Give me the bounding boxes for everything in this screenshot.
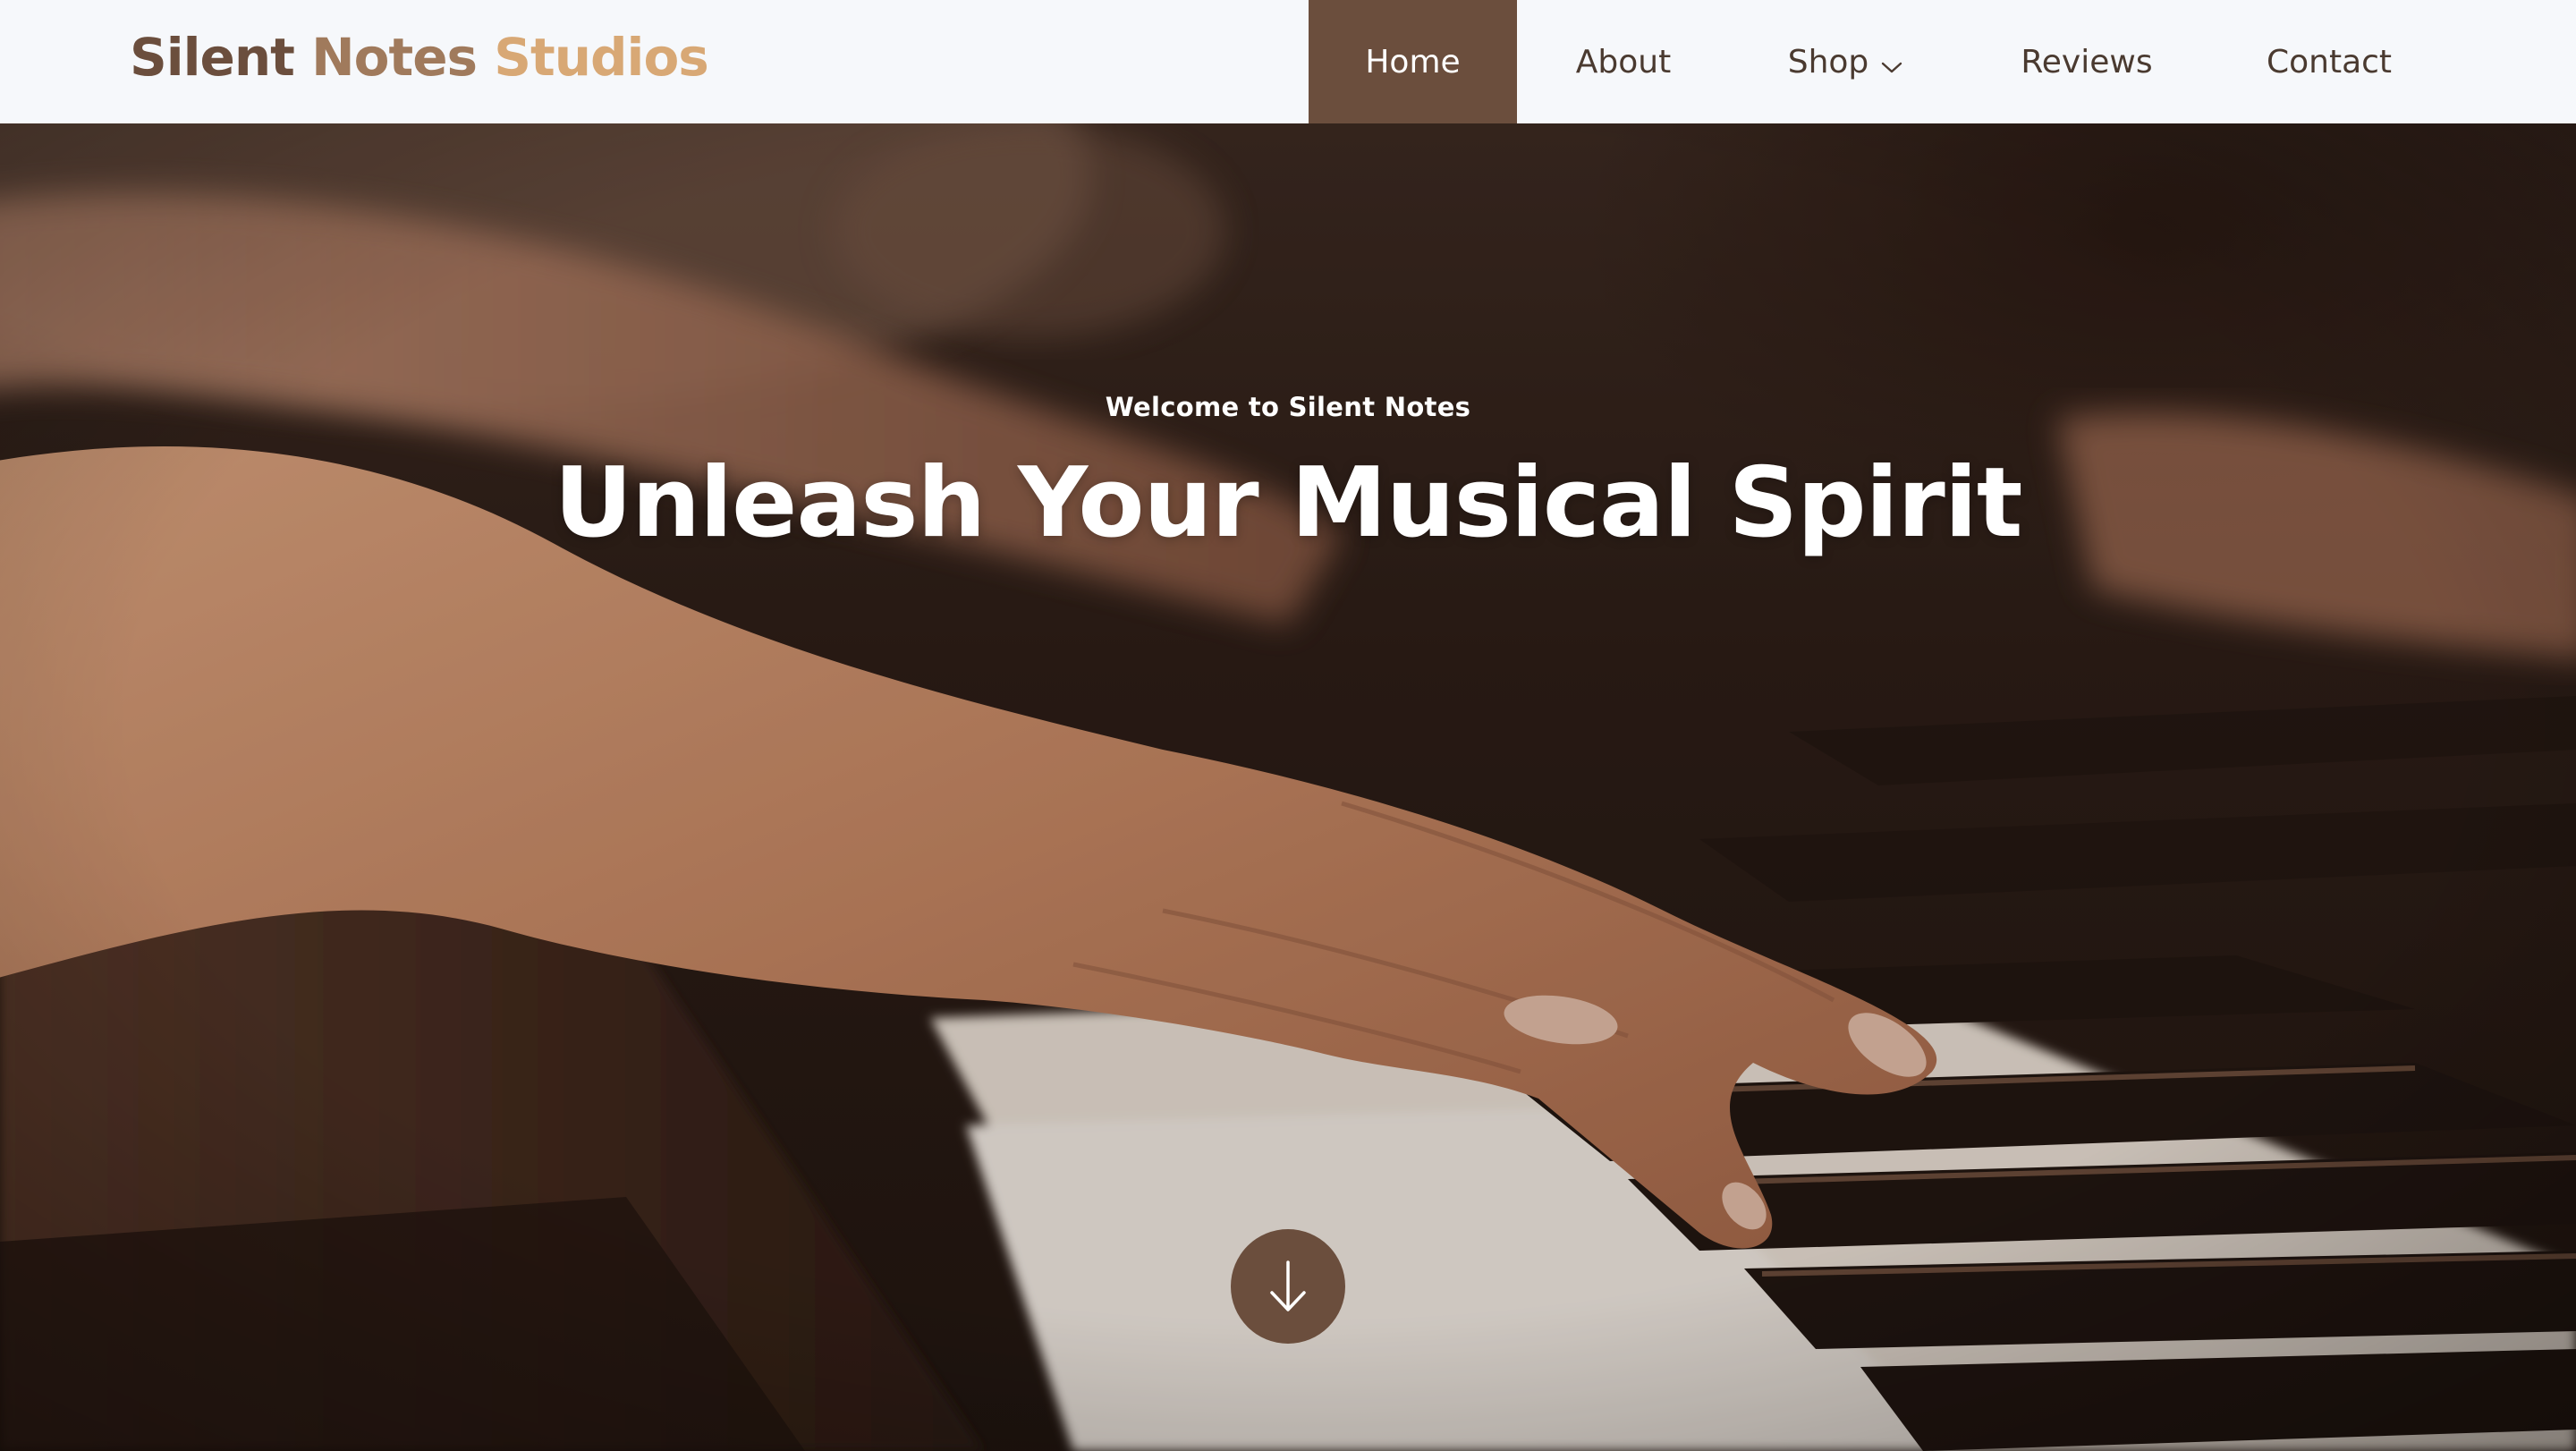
nav-item-shop-label: Shop [1787, 43, 1869, 81]
logo-word-studios: Studios [477, 27, 709, 88]
chevron-down-icon [1881, 46, 1902, 82]
nav-item-contact-label: Contact [2266, 43, 2393, 81]
nav-item-shop[interactable]: Shop [1730, 0, 1961, 123]
site-header: Silent Notes Studios Home About Shop Rev… [0, 0, 2576, 123]
logo-word-silent: Silent [130, 27, 295, 88]
nav-item-home-label: Home [1365, 43, 1461, 81]
logo-word-notes: Notes [293, 27, 478, 88]
nav-item-about-label: About [1575, 43, 1672, 81]
arrow-down-icon [1270, 1260, 1306, 1311]
hero-kicker: Welcome to Silent Notes [1105, 392, 1471, 422]
nav-item-reviews[interactable]: Reviews [1961, 0, 2213, 123]
scroll-down-button[interactable] [1231, 1229, 1345, 1344]
nav-item-contact[interactable]: Contact [2213, 0, 2445, 123]
nav-item-reviews-label: Reviews [2021, 43, 2153, 81]
nav-item-about[interactable]: About [1517, 0, 1730, 123]
site-logo[interactable]: Silent Notes Studios [130, 25, 709, 89]
hero-title: Unleash Your Musical Spirit [554, 447, 2023, 559]
hero-section: Welcome to Silent Notes Unleash Your Mus… [0, 123, 2576, 1451]
main-nav: Home About Shop Reviews Contact [1309, 0, 2445, 123]
nav-item-home[interactable]: Home [1309, 0, 1517, 123]
